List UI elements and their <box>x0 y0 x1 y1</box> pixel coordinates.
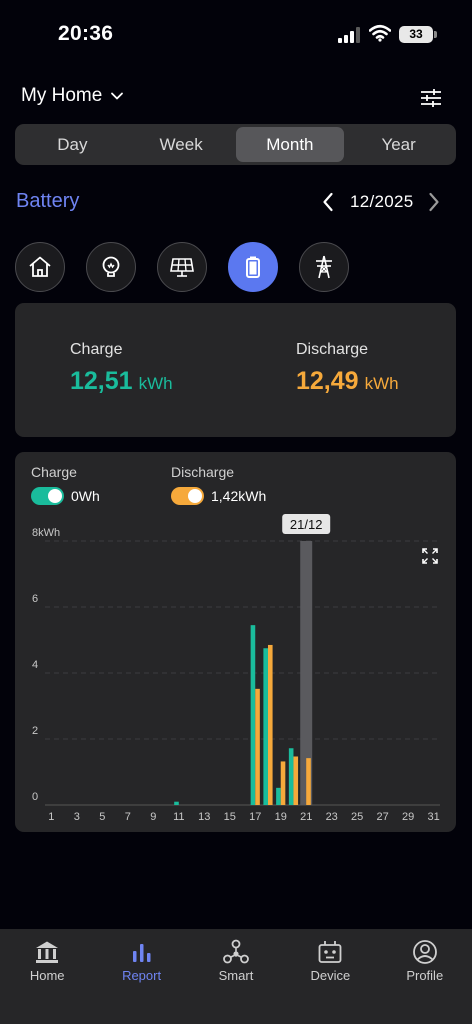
previous-month-button[interactable] <box>318 190 338 214</box>
tabbar-report[interactable]: Report <box>94 929 188 1024</box>
chart-card: Charge 0Wh Discharge 1,42kWh 0 2 4 6 8kWh 1 3 5… <box>15 452 456 832</box>
x-tick-label: 13 <box>198 811 210 823</box>
tabbar-device-label: Device <box>310 968 351 983</box>
date-navigator: 12/2025 <box>318 190 444 214</box>
y-tick-label: 2 <box>32 725 38 737</box>
smart-icon <box>223 939 249 964</box>
lightbulb-icon <box>102 256 120 277</box>
home-icon <box>36 941 59 963</box>
category-consumption-button[interactable] <box>86 242 136 292</box>
status-bar: 20:36 33 <box>0 0 472 70</box>
charge-bar <box>174 801 179 805</box>
y-tick-label: 0 <box>32 791 38 803</box>
home-label: My Home <box>21 85 103 106</box>
report-icon <box>132 944 151 962</box>
battery-bar-chart[interactable]: 02468kWh1 3 5 7 9 11 13 15 17 19 21 23 25 27 29 3121/12 <box>15 452 456 832</box>
discharge-bar <box>267 644 273 805</box>
filter-sliders-icon[interactable] <box>418 86 444 110</box>
x-tick-label: 5 <box>99 811 105 823</box>
chevron-down-icon <box>111 92 124 100</box>
x-tick-label: 7 <box>125 811 131 823</box>
category-selector <box>15 242 349 292</box>
period-tabs: Day Week Month Year <box>15 124 456 165</box>
device-icon <box>318 941 342 963</box>
charge-summary: Charge 12,51 kWh <box>70 341 173 396</box>
x-tick-label: 3 <box>74 811 80 823</box>
energy-summary-card: Charge 12,51 kWh Discharge 12,49 kWh <box>15 303 456 437</box>
discharge-summary-label: Discharge <box>296 341 369 358</box>
charge-bar <box>288 748 294 805</box>
cellular-signal-icon <box>338 27 360 43</box>
x-tick-label: 23 <box>326 811 338 823</box>
bottom-tab-bar: Home Report Smart Device Profile <box>0 929 472 1024</box>
status-time: 20:36 <box>58 22 114 45</box>
solar-panel-icon <box>170 258 194 277</box>
battery-icon <box>246 256 260 278</box>
discharge-bar <box>306 758 311 805</box>
date-label: 12/2025 <box>350 192 414 211</box>
next-month-button[interactable] <box>424 190 444 214</box>
chevron-left-icon <box>323 192 333 212</box>
discharge-summary-value: 12,49 <box>296 367 359 395</box>
chevron-right-icon <box>428 192 439 212</box>
x-tick-label: 27 <box>377 811 389 823</box>
profile-icon <box>412 940 437 964</box>
y-tick-label: 4 <box>32 659 38 671</box>
tab-month[interactable]: Month <box>235 127 345 162</box>
discharge-bar <box>255 688 260 805</box>
tab-day[interactable]: Day <box>18 127 127 162</box>
tabbar-report-label: Report <box>122 968 162 983</box>
discharge-summary-unit: kWh <box>364 374 399 393</box>
category-grid-button[interactable] <box>299 242 349 292</box>
x-tick-label: 31 <box>428 811 440 823</box>
x-tick-label: 21 <box>300 811 312 823</box>
tabbar-home-label: Home <box>29 968 65 983</box>
category-battery-button[interactable] <box>228 242 278 292</box>
x-tick-label: 25 <box>351 811 363 823</box>
discharge-summary: Discharge 12,49 kWh <box>296 341 399 396</box>
x-tick-label: 1 <box>48 811 54 823</box>
battery-level: 33 <box>399 26 433 43</box>
discharge-bar <box>293 756 299 805</box>
tabbar-device[interactable]: Device <box>283 929 377 1024</box>
home-selector[interactable]: My Home <box>21 85 124 107</box>
tabbar-home[interactable]: Home <box>0 929 94 1024</box>
charge-bar <box>276 787 281 805</box>
tab-year[interactable]: Year <box>344 127 453 162</box>
charge-summary-label: Charge <box>70 341 123 358</box>
x-tick-label: 29 <box>402 811 414 823</box>
battery-nub <box>434 31 437 38</box>
tabbar-smart-label: Smart <box>218 968 254 983</box>
x-tick-label: 19 <box>275 811 287 823</box>
expand-icon[interactable] <box>421 547 439 565</box>
tab-week[interactable]: Week <box>127 127 236 162</box>
y-tick-label: 8kWh <box>32 527 60 539</box>
discharge-bar <box>280 761 286 805</box>
x-tick-label: 11 <box>173 811 184 823</box>
power-pylon-icon <box>316 255 332 279</box>
section-title: Battery <box>16 190 80 212</box>
y-tick-label: 6 <box>32 593 38 605</box>
wifi-icon <box>369 24 391 42</box>
tabbar-smart[interactable]: Smart <box>189 929 283 1024</box>
charge-summary-value: 12,51 <box>70 367 133 395</box>
tabbar-profile-label: Profile <box>406 968 444 983</box>
house-icon <box>29 256 51 277</box>
tabbar-profile[interactable]: Profile <box>378 929 472 1024</box>
charge-bar <box>263 648 268 805</box>
x-tick-label: 17 <box>249 811 261 823</box>
x-tick-label: 15 <box>224 811 236 823</box>
category-solar-button[interactable] <box>157 242 207 292</box>
charge-summary-unit: kWh <box>138 374 173 393</box>
category-home-button[interactable] <box>15 242 65 292</box>
charge-bar <box>250 625 256 805</box>
x-tick-label: 9 <box>150 811 156 823</box>
tooltip-label: 21/12 <box>290 517 323 532</box>
